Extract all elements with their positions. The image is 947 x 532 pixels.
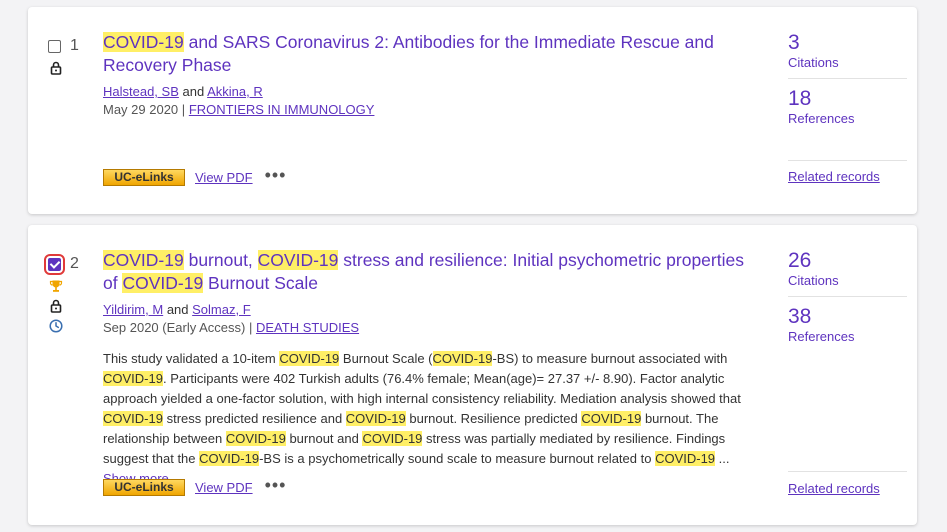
author-link[interactable]: Halstead, SB — [103, 84, 179, 99]
lock-icon — [50, 61, 62, 75]
abstract-text: This study validated a 10-item COVID-19 … — [103, 349, 763, 489]
abstract-highlight: COVID-19 — [199, 451, 260, 466]
source-separator: | — [248, 320, 253, 335]
author-separator: and — [166, 302, 189, 317]
abstract-highlight: COVID-19 — [655, 451, 716, 466]
references-count[interactable]: 18 — [788, 87, 907, 111]
record-content: COVID-19 burnout, COVID-19 stress and re… — [103, 249, 763, 489]
record-card-1: 1 COVID-19 and SARS Coronavirus 2: Antib… — [28, 7, 917, 214]
abstract-segment: Burnout Scale ( — [339, 351, 433, 366]
abstract-segment: -BS is a psychometrically sound scale to… — [259, 451, 656, 466]
more-options-icon[interactable]: ••• — [265, 476, 287, 494]
publication-date: Sep 2020 (Early Access) — [103, 320, 246, 335]
record-gutter: 2 — [44, 253, 98, 333]
title-text: burnout, — [183, 250, 258, 270]
record-content: COVID-19 and SARS Coronavirus 2: Antibod… — [103, 31, 763, 119]
source-line: May 29 2020 | FRONTIERS IN IMMUNOLOGY — [103, 101, 763, 119]
abstract-highlight: COVID-19 — [103, 411, 163, 426]
lock-icon — [50, 299, 62, 313]
abstract-highlight: COVID-19 — [225, 431, 286, 446]
title-text: Burnout Scale — [203, 273, 318, 293]
author-link[interactable]: Solmaz, F — [192, 302, 251, 317]
source-separator: | — [181, 102, 186, 117]
related-records-link[interactable]: Related records — [788, 481, 907, 496]
related-records-link[interactable]: Related records — [788, 169, 907, 184]
record-title[interactable]: COVID-19 and SARS Coronavirus 2: Antibod… — [103, 31, 763, 77]
clock-icon — [49, 319, 63, 333]
citations-count[interactable]: 3 — [788, 31, 907, 55]
uc-elinks-button[interactable]: UC-eLinks — [103, 479, 185, 496]
references-label[interactable]: References — [788, 329, 907, 345]
abstract-segment: stress predicted resilience and — [162, 411, 346, 426]
metrics-divider — [788, 78, 907, 79]
related-divider — [788, 471, 907, 472]
title-highlight: COVID-19 — [122, 273, 204, 293]
title-highlight: COVID-19 — [257, 250, 339, 270]
record-actions: UC-eLinks View PDF ••• — [103, 166, 287, 186]
abstract-segment: burnout. Resilience predicted — [405, 411, 582, 426]
abstract-segment: -BS) to measure burnout associated with — [492, 351, 728, 366]
record-number: 1 — [70, 37, 79, 54]
journal-link[interactable]: FRONTIERS IN IMMUNOLOGY — [189, 102, 375, 117]
uc-elinks-button[interactable]: UC-eLinks — [103, 169, 185, 186]
select-record-checkbox[interactable] — [48, 39, 61, 53]
trophy-icon — [49, 280, 63, 292]
view-pdf-link[interactable]: View PDF — [195, 170, 253, 185]
abstract-segment: This study validated a 10-item — [103, 351, 280, 366]
record-card-2: 2 COVID-19 burnout, COVID-19 stress and … — [28, 225, 917, 525]
abstract-highlight: COVID-19 — [279, 351, 340, 366]
author-link[interactable]: Akkina, R — [207, 84, 263, 99]
journal-link[interactable]: DEATH STUDIES — [256, 320, 359, 335]
title-highlight: COVID-19 — [103, 32, 184, 52]
related-divider — [788, 160, 907, 161]
metrics-divider — [788, 296, 907, 297]
abstract-highlight: COVID-19 — [345, 411, 406, 426]
select-record-checkbox[interactable] — [44, 253, 65, 275]
references-count[interactable]: 38 — [788, 305, 907, 329]
publication-date: May 29 2020 — [103, 102, 179, 117]
abstract-segment: . Participants were 402 Turkish adults (… — [103, 371, 741, 406]
record-number: 2 — [70, 255, 79, 272]
references-label[interactable]: References — [788, 111, 907, 127]
citations-count[interactable]: 26 — [788, 249, 907, 273]
citations-label[interactable]: Citations — [788, 55, 907, 71]
more-options-icon[interactable]: ••• — [265, 166, 287, 184]
abstract-highlight: COVID-19 — [362, 431, 423, 446]
abstract-segment: burnout and — [285, 431, 363, 446]
abstract-highlight: COVID-19 — [432, 351, 493, 366]
author-list: Yildirim, M and Solmaz, F — [103, 301, 763, 319]
abstract-highlight: COVID-19 — [581, 411, 642, 426]
author-list: Halstead, SB and Akkina, R — [103, 83, 763, 101]
record-metrics: 3 Citations 18 References — [788, 31, 907, 127]
record-gutter: 1 — [48, 37, 98, 75]
record-actions: UC-eLinks View PDF ••• — [103, 476, 287, 496]
author-separator: and — [182, 84, 205, 99]
record-metrics: 26 Citations 38 References — [788, 249, 907, 345]
citations-label[interactable]: Citations — [788, 273, 907, 289]
title-highlight: COVID-19 — [103, 250, 184, 270]
abstract-highlight: COVID-19 — [103, 371, 163, 386]
title-text: and SARS Coronavirus 2: Antibodies for t… — [103, 32, 714, 75]
record-title[interactable]: COVID-19 burnout, COVID-19 stress and re… — [103, 249, 763, 295]
abstract-segment: ... — [715, 451, 730, 466]
source-line: Sep 2020 (Early Access) | DEATH STUDIES — [103, 319, 763, 337]
author-link[interactable]: Yildirim, M — [103, 302, 163, 317]
view-pdf-link[interactable]: View PDF — [195, 480, 253, 495]
